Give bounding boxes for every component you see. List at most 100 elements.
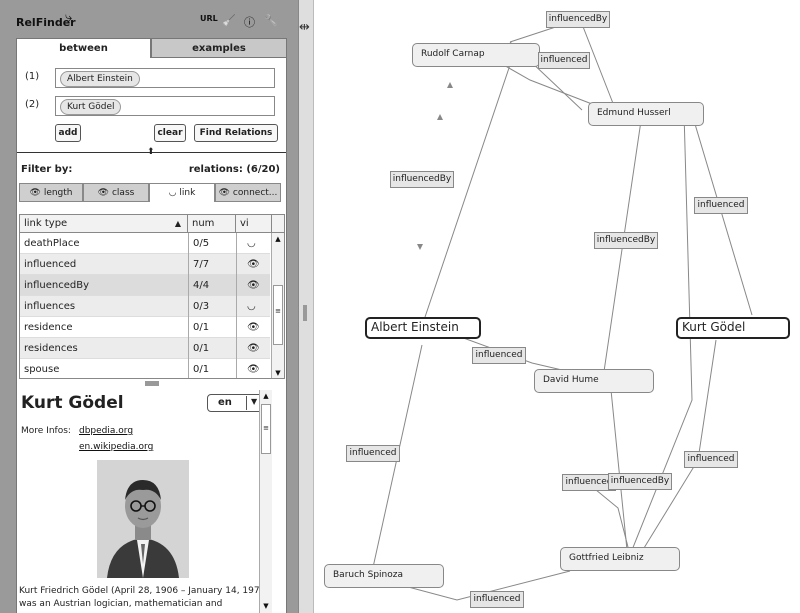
eye-icon: 👁: [29, 188, 41, 198]
link-type-cell: influences: [24, 301, 76, 312]
language-select[interactable]: en ▼: [207, 394, 265, 412]
num-cell: 4/4: [188, 275, 236, 296]
scroll-down-icon[interactable]: ▼: [273, 368, 283, 378]
filter-panel: ⬆ Filter by: relations: (6/20) 👁 length …: [16, 147, 287, 613]
eye-icon[interactable]: 👁: [236, 359, 270, 378]
graph-node-carnap[interactable]: Rudolf Carnap: [412, 43, 540, 67]
column-header-label: link type: [24, 218, 68, 229]
scroll-thumb[interactable]: ≡: [273, 285, 283, 345]
edge-label[interactable]: influenced: [684, 451, 738, 468]
graph-node-godel[interactable]: Kurt Gödel: [676, 317, 790, 339]
eye-icon[interactable]: 👁: [236, 317, 270, 338]
broom-icon[interactable]: 🧹: [222, 14, 236, 27]
split-handle[interactable]: [145, 381, 159, 386]
filter-tab-class[interactable]: 👁 class: [83, 183, 149, 202]
link-type-cell: deathPlace: [24, 238, 80, 249]
table-row[interactable]: influencedBy 4/4 👁: [20, 275, 270, 296]
scroll-up-icon[interactable]: ▲: [261, 391, 271, 402]
link-type-cell: residences: [24, 343, 78, 354]
graph-node-leibniz[interactable]: Gottfried Leibniz: [560, 547, 680, 571]
scroll-up-icon[interactable]: ▲: [273, 234, 283, 245]
mode-tabs: between examples: [16, 38, 287, 58]
edge-label[interactable]: influenced: [694, 197, 748, 214]
edge-label[interactable]: influenced: [472, 347, 526, 364]
resize-icon[interactable]: ⇹: [299, 20, 310, 35]
filter-tab-label: length: [43, 188, 73, 198]
input-number-2: (2): [25, 99, 40, 110]
eye-icon: 👁: [97, 188, 110, 198]
table-row[interactable]: residence 0/1 👁: [20, 317, 270, 338]
chevron-down-icon: ▼: [251, 397, 258, 406]
filter-label: Filter by:: [21, 164, 73, 175]
portrait-photo: [97, 460, 189, 578]
object-field-1[interactable]: Albert Einstein: [55, 68, 275, 88]
link-type-cell: residence: [24, 322, 73, 333]
tab-between[interactable]: between: [16, 38, 151, 58]
add-button[interactable]: add: [55, 124, 81, 142]
column-header-num[interactable]: num: [188, 215, 236, 233]
column-header-visible[interactable]: vi: [236, 215, 272, 233]
info-title: Kurt Gödel: [21, 393, 124, 413]
graph-node-husserl[interactable]: Edmund Husserl: [588, 102, 704, 126]
eye-closed-icon[interactable]: ◡: [236, 233, 270, 254]
link-type-cell: spouse: [24, 364, 60, 375]
eye-icon: 👁: [218, 188, 231, 198]
collapse-arrow-icon[interactable]: ⬆: [147, 147, 155, 157]
num-cell: 0/1: [188, 338, 236, 359]
graph-node-spinoza[interactable]: Baruch Spinoza: [324, 564, 444, 588]
table-row[interactable]: residences 0/1 👁: [20, 338, 270, 359]
edge-label[interactable]: influencedBy: [546, 11, 610, 28]
edge-label[interactable]: influencedBy: [594, 232, 658, 249]
wikipedia-link[interactable]: en.wikipedia.org: [79, 442, 153, 452]
object-chip-2[interactable]: Kurt Gödel: [60, 99, 122, 115]
info-icon[interactable]: ⓘ: [244, 14, 255, 30]
filter-tab-label: link: [179, 188, 196, 198]
filter-tab-length[interactable]: 👁 length: [19, 183, 83, 202]
num-cell: 0/1: [188, 359, 236, 378]
eye-icon[interactable]: 👁: [236, 275, 270, 296]
table-scrollbar[interactable]: ▲ ≡ ▼: [271, 233, 284, 378]
graph-canvas: Rudolf Carnap Edmund Husserl Albert Eins…: [312, 0, 800, 613]
tab-examples[interactable]: examples: [151, 38, 287, 58]
graph-node-hume[interactable]: David Hume: [534, 369, 654, 393]
table-row[interactable]: influenced 7/7 👁: [20, 254, 270, 275]
clear-button[interactable]: clear: [154, 124, 186, 142]
eye-icon[interactable]: 👁: [236, 254, 270, 275]
graph-node-einstein[interactable]: Albert Einstein: [365, 317, 481, 339]
object-field-2[interactable]: Kurt Gödel: [55, 96, 275, 116]
find-relations-button[interactable]: Find Relations: [194, 124, 278, 142]
info-box: Kurt Gödel en ▼ More Infos: dbpedia.org …: [17, 390, 272, 613]
edge-label[interactable]: influenced: [538, 52, 590, 69]
eye-icon[interactable]: 👁: [236, 338, 270, 359]
filter-tab-label: connect...: [232, 188, 278, 198]
graph-edges: [371, 18, 753, 601]
edge-label[interactable]: influencedBy: [608, 473, 672, 490]
num-cell: 0/1: [188, 317, 236, 338]
edge-label[interactable]: influenced: [470, 591, 524, 608]
filter-tab-link[interactable]: ◡ link: [149, 183, 215, 202]
column-header-corner: [272, 215, 284, 233]
input-number-1: (1): [25, 71, 40, 82]
column-header-link-type[interactable]: link type ▲: [20, 215, 188, 233]
filter-tab-connectivity[interactable]: 👁 connect...: [215, 183, 281, 202]
url-button[interactable]: URL: [200, 14, 218, 23]
link-type-cell: influencedBy: [24, 280, 90, 291]
table-row[interactable]: influences 0/3 ◡: [20, 296, 270, 317]
table-row[interactable]: deathPlace 0/5 ◡: [20, 233, 270, 254]
num-cell: 0/3: [188, 296, 236, 317]
object-chip-1[interactable]: Albert Einstein: [60, 71, 140, 87]
dbpedia-link[interactable]: dbpedia.org: [79, 426, 133, 436]
sort-asc-icon: ▲: [174, 219, 181, 228]
eye-closed-icon[interactable]: ◡: [236, 296, 270, 317]
divider-grip[interactable]: [303, 305, 307, 321]
edge-label[interactable]: influencedBy: [390, 171, 454, 188]
scroll-down-icon[interactable]: ▼: [261, 601, 271, 612]
relfinder-logo-icon: ⤷: [65, 10, 73, 25]
info-scrollbar[interactable]: ▲ ≡ ▼: [259, 390, 272, 613]
scroll-thumb[interactable]: ≡: [261, 404, 271, 454]
wrench-icon[interactable]: 🔧: [264, 14, 278, 27]
edge-label[interactable]: influenced: [346, 445, 400, 462]
num-cell: 0/5: [188, 233, 236, 254]
link-type-cell: influenced: [24, 259, 77, 270]
table-row[interactable]: spouse 0/1 👁: [20, 359, 270, 378]
